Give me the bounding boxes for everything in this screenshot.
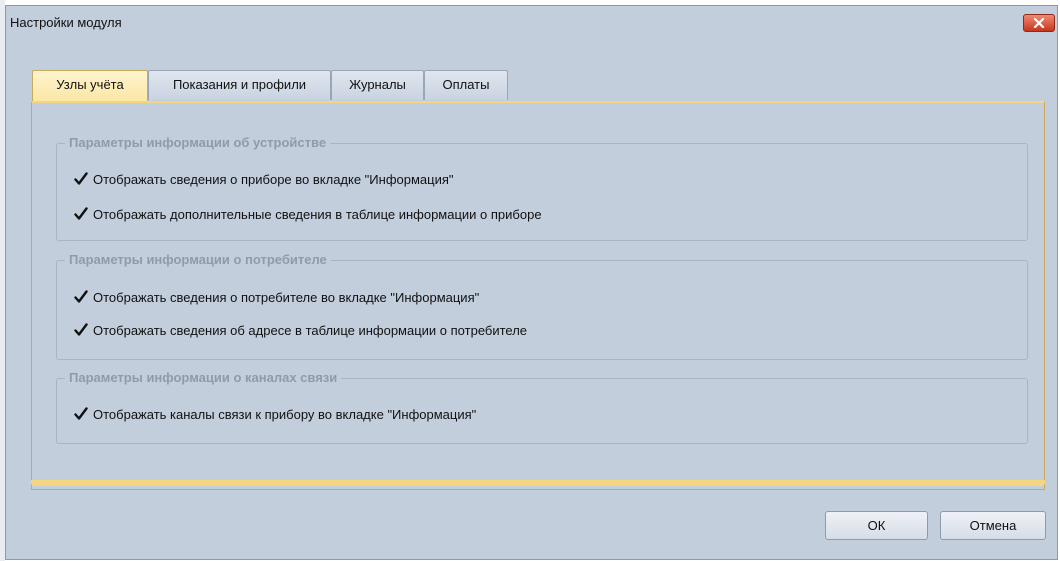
ok-button[interactable]: ОК: [825, 511, 928, 540]
tab-label: Оплаты: [442, 77, 490, 92]
checkbox-device-info-tab[interactable]: Отображать сведения о приборе во вкладке…: [73, 169, 454, 189]
tab-readings-profiles[interactable]: Показания и профили: [148, 70, 331, 100]
tab-label: Показания и профили: [172, 77, 307, 92]
group-title: Параметры информации о потребителе: [65, 251, 331, 269]
tab-nodes[interactable]: Узлы учёта: [32, 70, 148, 102]
checkmark-icon[interactable]: [73, 322, 89, 338]
close-button[interactable]: [1023, 14, 1055, 32]
tab-label: Журналы: [349, 77, 406, 92]
checkbox-label: Отображать сведения о потребителе во вкл…: [93, 289, 480, 305]
group-title: Параметры информации о каналах связи: [65, 369, 342, 387]
title-bar: Настройки модуля: [6, 6, 1057, 38]
group-consumer-info: Параметры информации о потребителе Отобр…: [56, 251, 1028, 360]
close-icon: [1033, 18, 1045, 28]
tab-label: Узлы учёта: [56, 77, 124, 92]
button-label: ОК: [867, 518, 886, 533]
panel-bottom-border: [31, 480, 1045, 486]
cancel-button[interactable]: Отмена: [940, 511, 1046, 540]
group-channels-info: Параметры информации о каналах связи Ото…: [56, 369, 1028, 444]
checkmark-icon[interactable]: [73, 406, 89, 422]
group-title: Параметры информации об устройстве: [65, 134, 331, 152]
checkbox-device-extra-info[interactable]: Отображать дополнительные сведения в таб…: [73, 204, 542, 224]
tab-payments[interactable]: Оплаты: [424, 70, 508, 100]
checkbox-consumer-address[interactable]: Отображать сведения об адресе в таблице …: [73, 320, 527, 340]
window-title: Настройки модуля: [10, 15, 122, 30]
checkbox-label: Отображать каналы связи к прибору во вкл…: [93, 406, 477, 422]
checkbox-consumer-info-tab[interactable]: Отображать сведения о потребителе во вкл…: [73, 287, 479, 307]
checkmark-icon[interactable]: [73, 171, 89, 187]
checkbox-channels-info-tab[interactable]: Отображать каналы связи к прибору во вкл…: [73, 404, 476, 424]
group-device-info: Параметры информации об устройстве Отобр…: [56, 134, 1028, 241]
button-label: Отмена: [969, 518, 1017, 533]
tab-content-panel: Параметры информации об устройстве Отобр…: [31, 101, 1045, 490]
checkbox-label: Отображать дополнительные сведения в таб…: [93, 206, 542, 222]
checkmark-icon[interactable]: [73, 289, 89, 305]
checkbox-label: Отображать сведения о приборе во вкладке…: [93, 171, 454, 187]
checkbox-label: Отображать сведения об адресе в таблице …: [93, 322, 528, 338]
checkmark-icon[interactable]: [73, 206, 89, 222]
tab-journals[interactable]: Журналы: [331, 70, 424, 100]
